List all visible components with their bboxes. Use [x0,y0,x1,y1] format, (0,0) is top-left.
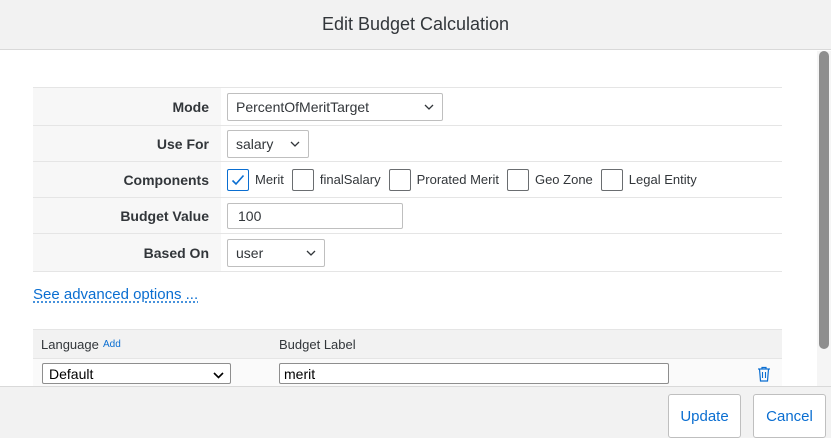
language-select[interactable]: Default [42,363,231,384]
components-label: Components [33,162,221,197]
see-advanced-options-link[interactable]: See advanced options ... [33,286,198,303]
language-table: Language Add Budget Label Default merit [33,329,782,386]
geo-zone-checkbox[interactable] [506,168,529,191]
prorated-merit-checkbox[interactable] [388,168,411,191]
budget-label-input[interactable]: merit [279,363,669,384]
trash-icon[interactable] [755,365,773,383]
update-button[interactable]: Update [668,394,741,438]
based-on-select[interactable]: user [227,238,325,267]
budget-value-input[interactable]: 100 [227,202,403,229]
budget-value-label: Budget Value [33,198,221,233]
mode-select[interactable]: PercentOfMeritTarget [227,92,443,121]
mode-row: Mode PercentOfMeritTarget [33,88,782,126]
legal-entity-checkbox-label: Legal Entity [628,172,697,187]
scrollbar-thumb[interactable] [819,51,829,349]
components-row: Components Merit finalSalary Prorated Me… [33,162,782,198]
mode-select-value: PercentOfMeritTarget [236,98,370,115]
use-for-label: Use For [33,126,221,161]
add-language-link[interactable]: Add [103,339,121,350]
merit-checkbox-label: Merit [255,172,284,187]
chevron-down-icon [213,366,224,382]
based-on-label: Based On [33,234,221,271]
legal-entity-checkbox[interactable] [600,168,623,191]
dialog-title: Edit Budget Calculation [321,14,510,34]
edit-budget-dialog: Edit Budget Calculation Mode PercentOfMe… [0,0,831,438]
based-on-select-value: user [236,244,264,261]
language-column-header: Language [41,336,99,352]
dialog-footer: Update Cancel [0,386,831,438]
component-final-salary[interactable]: finalSalary [291,168,381,191]
budget-label-text: merit [284,365,316,382]
geo-zone-checkbox-label: Geo Zone [534,172,593,187]
dialog-content: Mode PercentOfMeritTarget Use For salary [0,51,817,386]
mode-label: Mode [33,88,221,125]
check-icon [231,174,245,185]
prorated-merit-checkbox-label: Prorated Merit [416,172,499,187]
vertical-scrollbar[interactable] [817,51,831,386]
table-row: Default merit [33,359,782,386]
final-salary-checkbox-label: finalSalary [319,172,381,187]
use-for-select[interactable]: salary [227,129,309,158]
chevron-down-icon [306,248,316,258]
based-on-row: Based On user [33,234,782,272]
merit-checkbox[interactable] [227,168,249,191]
component-merit[interactable]: Merit [227,168,284,191]
component-prorated-merit[interactable]: Prorated Merit [388,168,499,191]
budget-form: Mode PercentOfMeritTarget Use For salary [33,87,782,272]
cancel-button[interactable]: Cancel [753,394,826,438]
chevron-down-icon [290,139,300,149]
language-select-value: Default [49,365,94,382]
budget-value-row: Budget Value 100 [33,198,782,234]
component-legal-entity[interactable]: Legal Entity [600,168,697,191]
language-table-header: Language Add Budget Label [33,329,782,359]
budget-label-column-header: Budget Label [279,336,356,352]
use-for-row: Use For salary [33,126,782,162]
chevron-down-icon [424,102,434,112]
use-for-select-value: salary [236,135,274,152]
final-salary-checkbox[interactable] [291,168,314,191]
component-geo-zone[interactable]: Geo Zone [506,168,593,191]
dialog-header: Edit Budget Calculation [0,0,831,50]
budget-value-text: 100 [238,207,262,224]
